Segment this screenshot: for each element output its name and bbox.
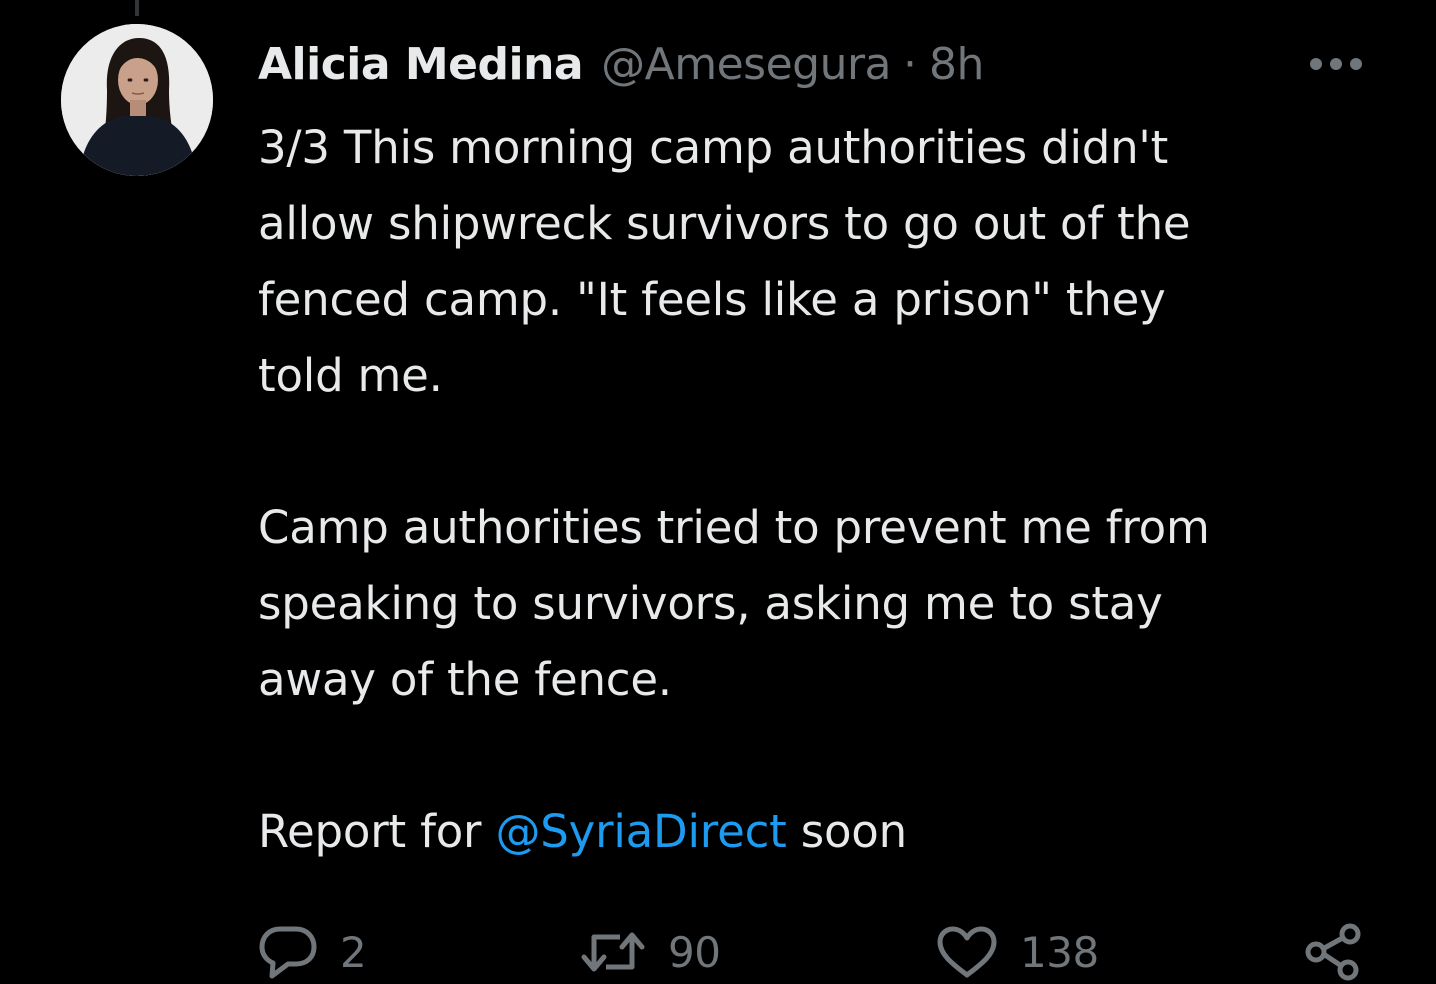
retweet-icon <box>581 932 645 972</box>
report-prefix-text: Report for <box>258 805 496 858</box>
reply-count: 2 <box>340 927 367 977</box>
retweet-count: 90 <box>668 927 721 977</box>
tweet-paragraph-report: Report for @SyriaDirect soon <box>258 794 1388 870</box>
tweet-paragraph: Camp authorities tried to prevent me fro… <box>258 501 1210 706</box>
more-horizontal-icon <box>1310 58 1362 70</box>
reply-button[interactable]: 2 <box>258 920 367 984</box>
share-icon <box>1305 923 1361 981</box>
thread-connector-line <box>135 0 139 16</box>
author-display-name[interactable]: Alicia Medina <box>258 39 584 90</box>
like-button[interactable]: 138 <box>936 920 1099 984</box>
header-separator: · <box>903 38 918 90</box>
tweet-timestamp[interactable]: 8h <box>929 39 984 90</box>
mention-link[interactable]: @SyriaDirect <box>495 805 786 858</box>
retweet-button[interactable]: 90 <box>580 920 721 984</box>
author-handle[interactable]: @Amesegura <box>601 39 891 90</box>
heart-icon <box>937 926 997 978</box>
tweet-action-bar: 2 90 138 <box>258 920 1368 984</box>
avatar[interactable] <box>61 24 213 176</box>
like-count: 138 <box>1020 927 1099 977</box>
reply-icon <box>259 926 317 979</box>
tweet-text: 3/3 This morning camp authorities didn't… <box>258 110 1388 870</box>
more-options-button[interactable] <box>1304 44 1368 84</box>
tweet-header: Alicia Medina @Amesegura · 8h <box>258 32 1376 96</box>
avatar-image <box>61 24 213 176</box>
report-suffix-text: soon <box>786 805 907 858</box>
share-button[interactable] <box>1304 920 1362 984</box>
tweet-paragraph: 3/3 This morning camp authorities didn't… <box>258 121 1191 402</box>
